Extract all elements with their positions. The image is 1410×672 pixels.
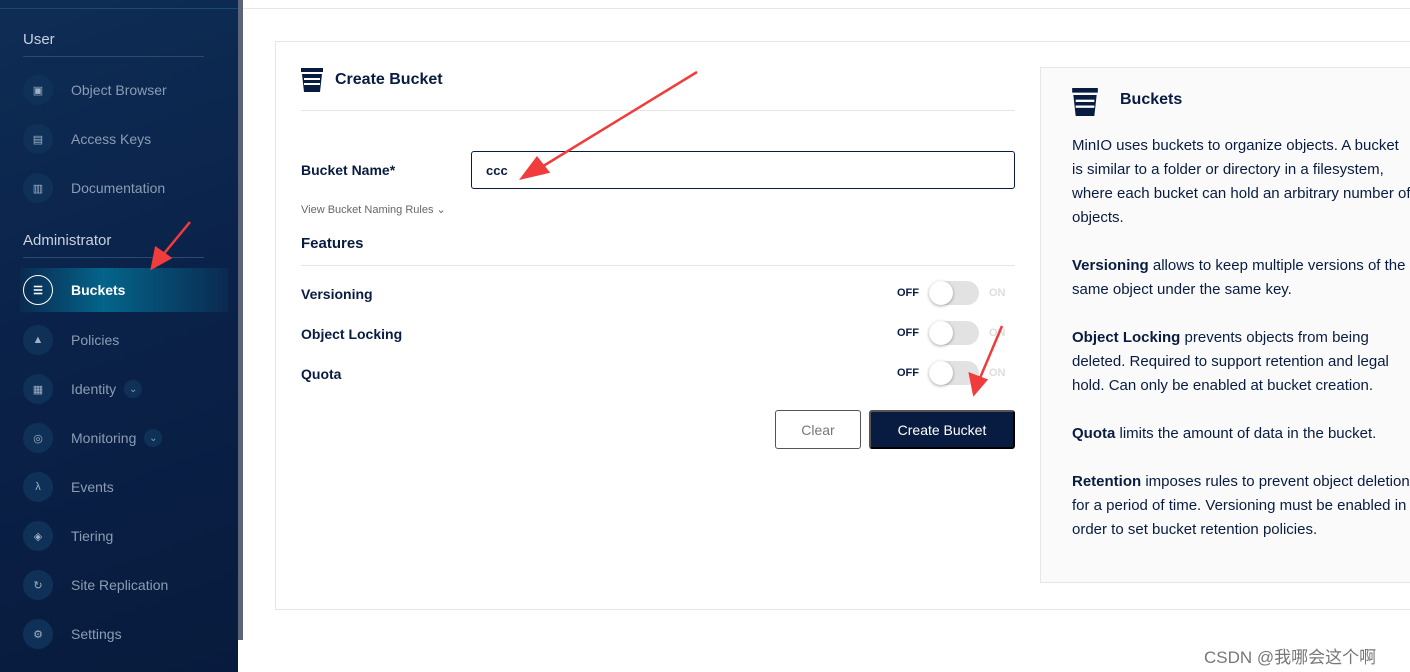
help-term: Versioning <box>1072 257 1149 274</box>
feature-toggle[interactable]: OFF ON <box>897 361 1006 385</box>
gear-icon: ⚙ <box>23 619 53 649</box>
chevron-down-icon[interactable]: ⌄ <box>124 380 143 398</box>
feature-label: Quota <box>301 366 342 382</box>
sidebar-item-events[interactable]: λ Events <box>23 465 223 509</box>
help-paragraph: Quota limits the amount of data in the b… <box>1072 422 1410 446</box>
help-text: limits the amount of data in the bucket. <box>1115 425 1377 442</box>
sidebar-item-identity[interactable]: ▦ Identity ⌄ <box>23 367 223 411</box>
toggle-knob <box>929 281 953 305</box>
lock-icon: ▲ <box>23 325 53 355</box>
toggle-knob <box>929 321 953 345</box>
scrollbar-thumb[interactable] <box>238 640 243 672</box>
feature-label: Versioning <box>301 286 373 302</box>
sidebar-item-documentation[interactable]: ▥ Documentation <box>23 166 223 210</box>
sidebar-item-label: Buckets <box>71 282 126 298</box>
divider <box>0 8 238 9</box>
section-user: User <box>23 31 204 57</box>
divider <box>301 265 1015 266</box>
toggle-switch[interactable] <box>929 361 979 385</box>
help-paragraph: Object Locking prevents objects from bei… <box>1072 326 1410 398</box>
sidebar-item-label: Events <box>71 479 114 495</box>
sidebar-item-label: Site Replication <box>71 577 169 593</box>
sidebar-item-label: Tiering <box>71 528 114 544</box>
sidebar-item-label: Settings <box>71 626 122 642</box>
help-panel: Buckets MinIO uses buckets to organize o… <box>1040 67 1410 583</box>
help-paragraph: Versioning allows to keep multiple versi… <box>1072 254 1410 302</box>
help-paragraph: Retention imposes rules to prevent objec… <box>1072 470 1410 542</box>
sidebar-item-access-keys[interactable]: ▤ Access Keys <box>23 117 223 161</box>
sidebar-item-label: Identity <box>71 381 117 397</box>
feature-toggle[interactable]: OFF ON <box>897 281 1006 305</box>
watermark: CSDN @我哪会这个啊 <box>1204 648 1377 667</box>
sidebar-item-policies[interactable]: ▲ Policies <box>23 318 223 362</box>
feature-label: Object Locking <box>301 326 403 342</box>
off-label: OFF <box>897 287 919 299</box>
replication-icon: ↻ <box>23 570 53 600</box>
help-term: Quota <box>1072 425 1116 442</box>
documentation-icon: ▥ <box>23 173 53 203</box>
sidebar-item-label: Documentation <box>71 180 166 196</box>
help-term: Retention <box>1072 473 1142 490</box>
sidebar-item-object-browser[interactable]: ▣ Object Browser <box>23 68 223 112</box>
on-label: ON <box>989 367 1006 379</box>
tiering-icon: ◈ <box>23 521 53 551</box>
off-label: OFF <box>897 327 919 339</box>
toggle-knob <box>929 361 953 385</box>
help-term: Object Locking <box>1072 329 1181 346</box>
bucket-icon: ☰ <box>23 275 53 305</box>
help-title: Buckets <box>1120 91 1183 108</box>
create-bucket-button[interactable]: Create Bucket <box>869 410 1015 449</box>
sidebar-item-label: Object Browser <box>71 82 167 98</box>
section-administrator: Administrator <box>23 232 204 258</box>
view-naming-rules-link[interactable]: View Bucket Naming Rules ⌄ <box>301 203 446 216</box>
sidebar-item-site-replication[interactable]: ↻ Site Replication <box>23 563 223 607</box>
bucket-icon <box>301 68 323 92</box>
features-title: Features <box>301 235 364 252</box>
divider <box>243 8 1410 9</box>
sidebar-item-settings[interactable]: ⚙ Settings <box>23 612 223 656</box>
sidebar: User Administrator ▣ Object Browser ▤ Acces… <box>0 0 238 672</box>
feature-toggle[interactable]: OFF ON <box>897 321 1006 345</box>
sidebar-item-tiering[interactable]: ◈ Tiering <box>23 514 223 558</box>
identity-icon: ▦ <box>23 374 53 404</box>
sidebar-item-label: Access Keys <box>71 131 152 147</box>
divider <box>301 110 1015 111</box>
object-browser-icon: ▣ <box>23 75 53 105</box>
off-label: OFF <box>897 367 919 379</box>
toggle-switch[interactable] <box>929 281 979 305</box>
sidebar-item-label: Policies <box>71 332 120 348</box>
access-keys-icon: ▤ <box>23 124 53 154</box>
monitoring-icon: ◎ <box>23 423 53 453</box>
bucket-name-input[interactable] <box>471 151 1015 189</box>
sidebar-item-monitoring[interactable]: ◎ Monitoring ⌄ <box>23 416 223 460</box>
form-title: Create Bucket <box>301 68 443 92</box>
bucket-icon <box>1072 88 1098 116</box>
sidebar-scrollbar[interactable] <box>238 0 243 672</box>
clear-button[interactable]: Clear <box>775 410 861 449</box>
toggle-switch[interactable] <box>929 321 979 345</box>
on-label: ON <box>989 287 1006 299</box>
lambda-icon: λ <box>23 472 53 502</box>
sidebar-item-buckets[interactable]: ☰ Buckets <box>20 268 228 312</box>
sidebar-item-label: Monitoring <box>71 430 137 446</box>
bucket-name-label: Bucket Name* <box>301 162 396 178</box>
chevron-down-icon[interactable]: ⌄ <box>144 429 163 447</box>
help-intro: MinIO uses buckets to organize objects. … <box>1072 137 1410 226</box>
form-title-text: Create Bucket <box>335 71 443 88</box>
on-label: ON <box>989 327 1006 339</box>
